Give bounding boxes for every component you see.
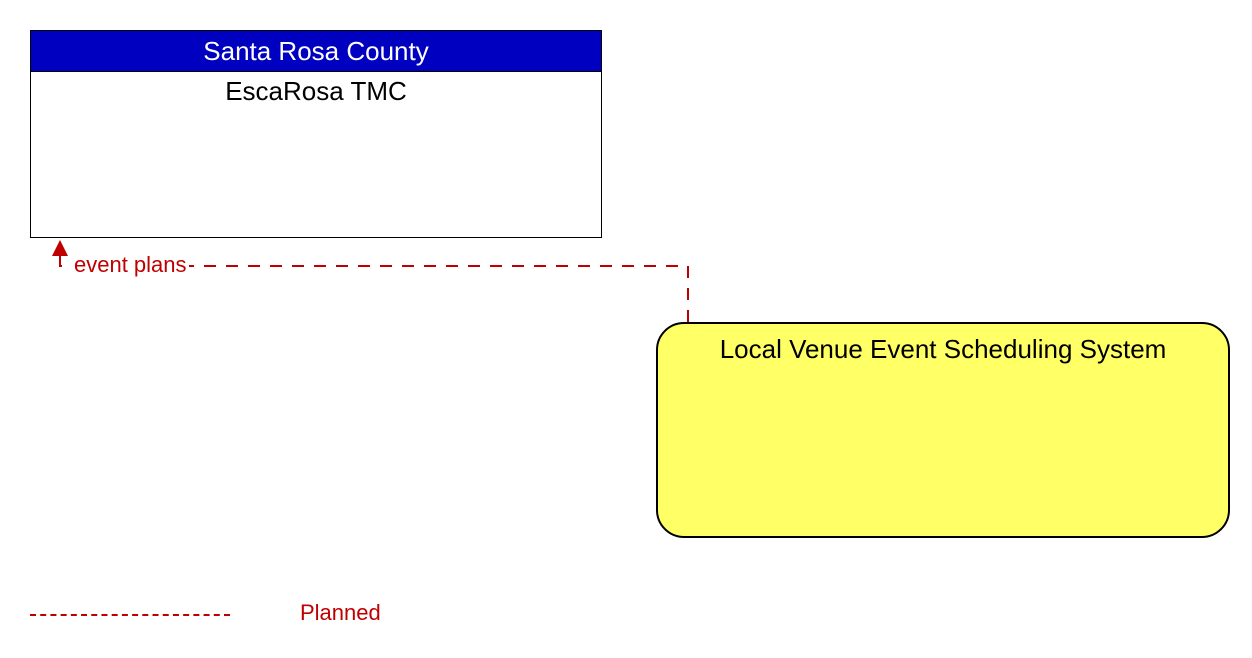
node-escarosa-tmc: Santa Rosa County EscaRosa TMC <box>30 30 602 238</box>
node-header: Santa Rosa County <box>31 31 601 72</box>
node-local-venue: Local Venue Event Scheduling System <box>656 322 1230 538</box>
node-title: Local Venue Event Scheduling System <box>658 324 1228 365</box>
legend-line-planned <box>30 614 230 616</box>
flow-label-event-plans: event plans <box>72 252 189 278</box>
legend-text-planned: Planned <box>300 600 381 626</box>
node-body-title: EscaRosa TMC <box>31 72 601 107</box>
